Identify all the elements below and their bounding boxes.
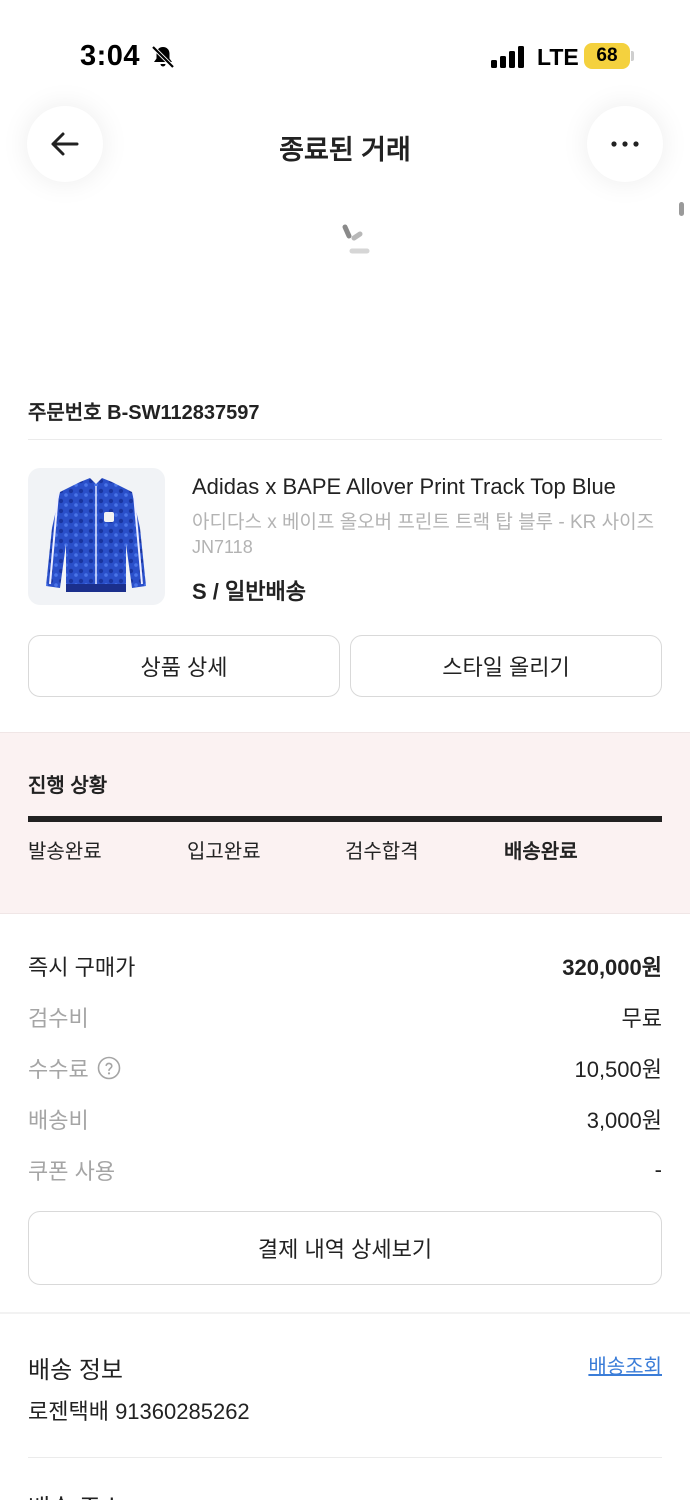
price-value: - — [654, 1157, 662, 1182]
price-value: 10,500원 — [574, 1057, 662, 1082]
more-dots-icon — [611, 141, 639, 147]
payment-history-button[interactable]: 결제 내역 상세보기 — [28, 1211, 662, 1285]
price-label: 쿠폰 사용 — [28, 1159, 116, 1184]
delivery-title: 배송 정보 — [28, 1357, 123, 1384]
progress-title: 진행 상황 — [28, 775, 108, 797]
battery-indicator: 68 — [584, 43, 630, 69]
tracking-number: 로젠택배 91360285262 — [28, 1399, 250, 1424]
product-name-korean: 아디다스 x 베이프 올오버 프린트 트랙 탑 블루 - KR 사이즈 — [192, 512, 655, 533]
product-code: JN7118 — [192, 537, 253, 557]
loading-spinner-icon — [342, 224, 370, 254]
price-label: 수수료 — [28, 1057, 89, 1082]
product-name[interactable]: Adidas x BAPE Allover Print Track Top Bl… — [192, 474, 662, 500]
progress-section: 진행 상황 발송완료 입고완료 검수합격 배송완료 — [0, 732, 690, 914]
progress-step-received: 입고완료 — [187, 841, 261, 863]
price-value: 320,000원 — [562, 955, 662, 980]
scrollbar[interactable] — [679, 202, 684, 216]
network-label: LTE — [537, 44, 579, 70]
signal-icon — [491, 46, 524, 68]
divider — [28, 1457, 662, 1458]
progress-step-delivered: 배송완료 — [504, 841, 578, 863]
product-detail-button[interactable]: 상품 상세 — [28, 635, 340, 697]
status-bar: 3:04 LTE 68 — [0, 0, 690, 100]
progress-step-shipped: 발송완료 — [28, 841, 102, 863]
price-label: 배송비 — [28, 1108, 89, 1133]
price-label: 즉시 구매가 — [28, 955, 136, 980]
price-row-fee: 수수료 10,500원 — [28, 1052, 662, 1084]
jacket-image — [46, 478, 146, 592]
bell-slash-icon — [151, 45, 175, 69]
status-time: 3:04 — [80, 40, 141, 72]
order-number: 주문번호 B-SW112837597 — [28, 402, 260, 424]
progress-bar — [28, 816, 662, 822]
nav-header: 종료된 거래 — [0, 100, 690, 200]
price-row-inspection: 검수비 무료 — [28, 1001, 662, 1033]
section-divider — [0, 1312, 690, 1314]
divider — [28, 439, 662, 440]
price-value: 3,000원 — [586, 1108, 662, 1133]
question-circle-icon[interactable] — [97, 1056, 121, 1080]
track-delivery-link[interactable]: 배송조회 — [588, 1350, 662, 1379]
price-row-instant-buy: 즉시 구매가 320,000원 — [28, 950, 662, 982]
progress-step-inspected: 검수합격 — [345, 841, 419, 863]
price-value: 무료 — [621, 1006, 662, 1031]
product-option: S / 일반배송 — [192, 579, 306, 604]
price-row-coupon: 쿠폰 사용 - — [28, 1154, 662, 1186]
address-title: 배송 주소 — [28, 1488, 123, 1500]
post-style-button[interactable]: 스타일 올리기 — [350, 635, 662, 697]
price-row-shipping: 배송비 3,000원 — [28, 1103, 662, 1135]
product-image[interactable] — [28, 468, 165, 605]
more-button[interactable] — [587, 106, 663, 182]
battery-tip — [631, 51, 634, 61]
price-label: 검수비 — [28, 1006, 89, 1031]
